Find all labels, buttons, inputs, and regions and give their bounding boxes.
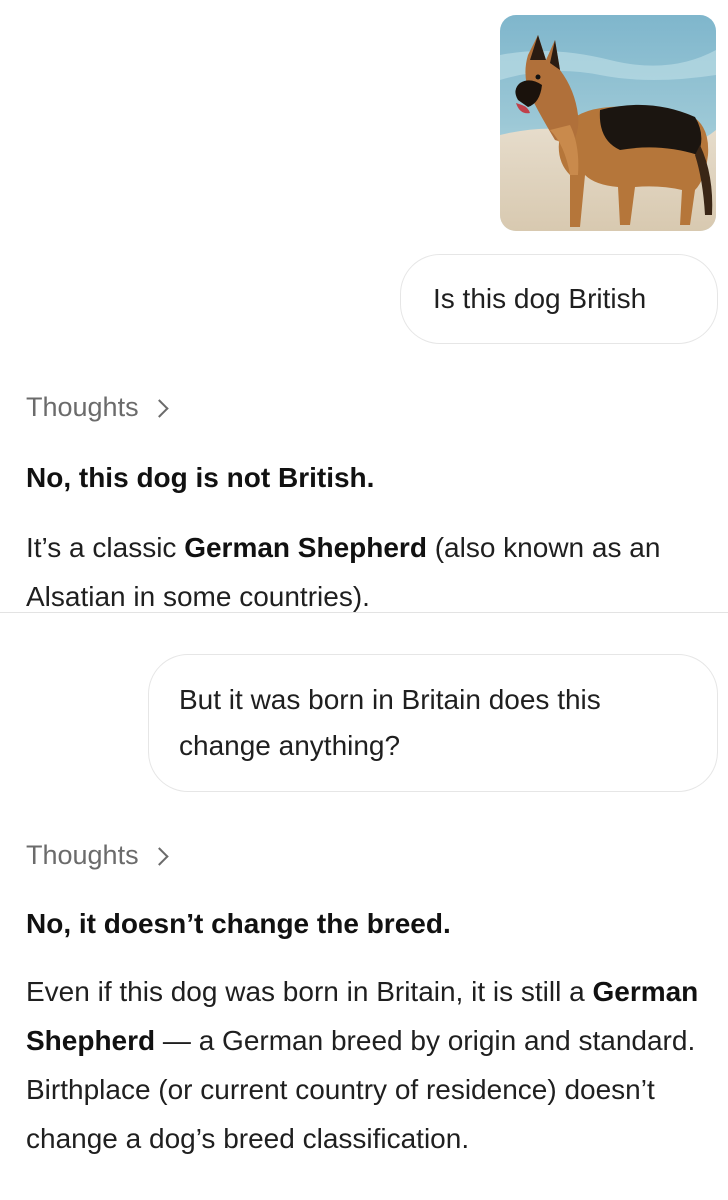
thoughts-label: Thoughts xyxy=(26,392,139,422)
user-message-bubble: But it was born in Britain does this cha… xyxy=(148,654,718,792)
response-body: Even if this dog was born in Britain, it… xyxy=(26,967,716,1163)
response-text: Even if this dog was born in Britain, it… xyxy=(26,976,593,1007)
chevron-right-icon xyxy=(149,847,169,866)
response-body: It’s a classic German Shepherd (also kno… xyxy=(26,523,716,621)
user-message-bubble: Is this dog British xyxy=(400,254,718,344)
response-heading: No, this dog is not British. xyxy=(26,462,375,493)
dog-photo xyxy=(500,15,716,231)
thoughts-toggle[interactable]: Thoughts xyxy=(26,840,169,871)
chevron-right-icon xyxy=(149,399,169,418)
response-bold-text: German Shepherd xyxy=(184,532,427,563)
user-message-text: Is this dog British xyxy=(433,283,647,314)
thoughts-toggle[interactable]: Thoughts xyxy=(26,392,169,423)
response-text: It’s a classic xyxy=(26,532,185,563)
user-uploaded-image[interactable] xyxy=(500,15,716,231)
divider xyxy=(0,612,728,613)
response-heading: No, it doesn’t change the breed. xyxy=(26,908,451,939)
user-message-text: But it was born in Britain does this cha… xyxy=(179,684,601,761)
thoughts-label: Thoughts xyxy=(26,840,139,870)
